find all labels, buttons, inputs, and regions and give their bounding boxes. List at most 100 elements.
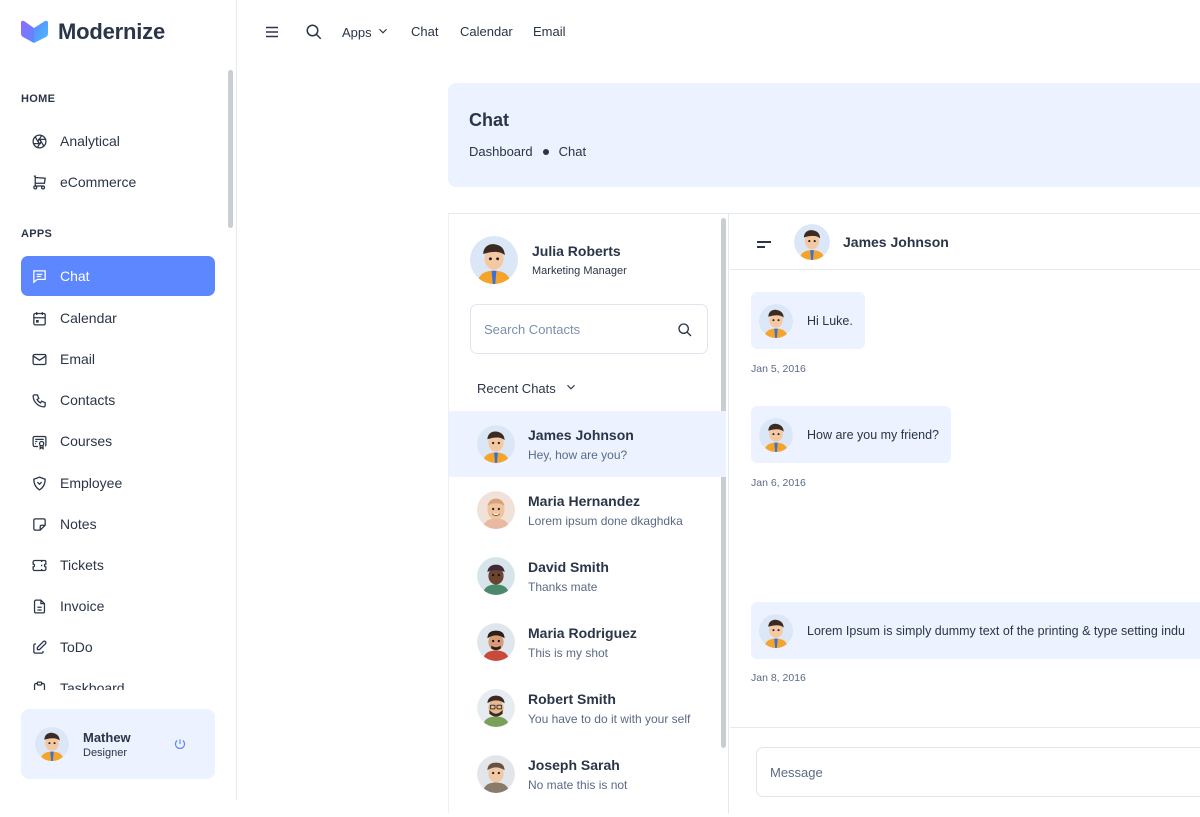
brand-name: Modernize (58, 19, 165, 44)
menu-icon[interactable] (756, 237, 772, 249)
avatar (759, 417, 793, 452)
profile-name: Mathew (83, 729, 131, 745)
message-bubble: How are you my friend? (751, 406, 952, 463)
contact-item[interactable]: Maria Hernandez Lorem ipsum done dkaghdk… (449, 477, 726, 543)
power-icon[interactable] (173, 737, 187, 751)
contact-info: David Smith Thanks mate (528, 559, 609, 594)
note-icon (31, 516, 48, 533)
contact-last-message: Lorem ipsum done dkaghdka (528, 513, 683, 528)
contact-item[interactable]: Robert Smith You have to do it with your… (449, 675, 726, 741)
conversation-contact-name: James Johnson (843, 234, 949, 250)
contact-last-message: Thanks mate (528, 579, 598, 594)
message-field (756, 747, 1200, 797)
message-bubble: Lorem Ipsum is simply dummy text of the … (751, 602, 1200, 659)
contact-last-message: You have to do it with your self (528, 711, 691, 726)
search-contacts-field (470, 304, 708, 354)
logo[interactable]: Modernize (19, 19, 165, 45)
sidebar-item-label: Tickets (60, 557, 104, 573)
avatar (35, 727, 69, 761)
sidebar-item-employee[interactable]: Employee (21, 463, 215, 503)
avatar (759, 613, 793, 648)
message-text: Lorem Ipsum is simply dummy text of the … (807, 623, 1185, 638)
conversation-header: James Johnson (730, 214, 1200, 270)
message-icon (31, 268, 48, 285)
contact-info: Robert Smith You have to do it with your… (528, 691, 690, 726)
topbar-link-apps[interactable]: Apps (342, 24, 390, 41)
topbar-link-email[interactable]: Email (533, 24, 566, 39)
avatar (470, 236, 518, 284)
message-date: Jan 8, 2016 (751, 672, 806, 684)
edit-icon (31, 639, 48, 656)
topbar-link-label: Apps (342, 25, 372, 40)
topbar-link-chat[interactable]: Chat (411, 24, 438, 39)
sidebar-item-label: Taskboard (60, 680, 125, 690)
sidebar-item-label: eCommerce (60, 174, 137, 190)
contact-name: Maria Rodriguez (528, 624, 637, 641)
page-title: Chat (469, 110, 509, 130)
sidebar-item-taskboard[interactable]: Taskboard (21, 668, 215, 690)
current-user: Julia Roberts Marketing Manager (470, 236, 627, 284)
sidebar-item-invoice[interactable]: Invoice (21, 586, 215, 626)
avatar (477, 557, 515, 595)
current-user-info: Julia Roberts Marketing Manager (532, 243, 627, 277)
contact-item[interactable]: James Johnson Hey, how are you? (449, 411, 726, 477)
contact-name: David Smith (528, 558, 609, 575)
sidebar-item-tickets[interactable]: Tickets (21, 545, 215, 585)
recent-chats-dropdown[interactable]: Recent Chats (477, 380, 578, 397)
sidebar-item-courses[interactable]: Courses (21, 421, 215, 461)
contact-last-message: Hey, how are you? (528, 447, 628, 462)
contact-info: Maria Rodriguez This is my shot (528, 625, 637, 660)
cart-icon (31, 174, 48, 191)
avatar (477, 623, 515, 661)
contact-item[interactable]: Maria Rodriguez This is my shot (449, 609, 726, 675)
search-contacts-input[interactable] (471, 305, 661, 353)
search-icon[interactable] (305, 23, 323, 41)
message-date: Jan 6, 2016 (751, 477, 806, 489)
contact-item[interactable]: Joseph Sarah No mate this is not (449, 741, 726, 807)
search-icon[interactable] (677, 322, 693, 338)
sidebar-item-label: Calendar (60, 310, 117, 326)
sidebar-item-contacts[interactable]: Contacts (21, 380, 215, 420)
clipboard-icon (31, 680, 48, 690)
sidebar-item-label: Notes (60, 516, 97, 532)
sidebar-item-calendar[interactable]: Calendar (21, 298, 215, 338)
breadcrumb-link-dashboard[interactable]: Dashboard (469, 144, 533, 159)
sidebar-item-label: Contacts (60, 392, 116, 408)
profile-role: Designer (83, 746, 128, 759)
chevron-down-icon (564, 380, 578, 397)
sidebar-item-analytical[interactable]: Analytical (21, 121, 215, 161)
sidebar-item-ecommerce[interactable]: eCommerce (21, 162, 215, 202)
contact-info: James Johnson Hey, how are you? (528, 427, 634, 462)
certificate-icon (31, 433, 48, 450)
chat-card: Julia Roberts Marketing Manager Recent C… (448, 213, 1200, 814)
contact-name: Maria Hernandez (528, 492, 641, 509)
sidebar-item-notes[interactable]: Notes (21, 504, 215, 544)
logo-icon (19, 19, 50, 45)
aperture-icon (31, 133, 48, 150)
contacts-panel: Julia Roberts Marketing Manager Recent C… (449, 214, 729, 814)
contact-info: Maria Hernandez Lorem ipsum done dkaghdk… (528, 493, 683, 528)
sidebar-item-label: Analytical (60, 133, 120, 149)
sidebar-nav: HOME Analytical eCommerce APPS Chat Cale… (0, 78, 235, 690)
section-title-apps: APPS (21, 228, 53, 240)
contact-name: James Johnson (528, 426, 634, 443)
sidebar-item-chat[interactable]: Chat (21, 256, 215, 296)
topbar: Apps Chat Calendar Email (237, 0, 1200, 64)
message-input[interactable] (757, 748, 1197, 796)
sidebar-item-label: Employee (60, 475, 123, 491)
sidebar: Modernize HOME Analytical eCommerce APPS… (0, 0, 237, 800)
breadcrumb-current: Chat (558, 144, 587, 159)
menu-icon[interactable] (263, 23, 281, 41)
message-text: Hi Luke. (807, 313, 853, 328)
sidebar-item-label: Invoice (60, 598, 105, 614)
contact-name: Joseph Sarah (528, 756, 620, 773)
calendar-icon (31, 310, 48, 327)
message-date: Jan 5, 2016 (751, 363, 806, 375)
contact-item[interactable]: David Smith Thanks mate (449, 543, 726, 609)
topbar-link-calendar[interactable]: Calendar (460, 24, 513, 39)
sidebar-item-email[interactable]: Email (21, 339, 215, 379)
phone-icon (31, 392, 48, 409)
sidebar-item-label: Chat (60, 268, 90, 284)
avatar (477, 689, 515, 727)
sidebar-item-todo[interactable]: ToDo (21, 627, 215, 667)
